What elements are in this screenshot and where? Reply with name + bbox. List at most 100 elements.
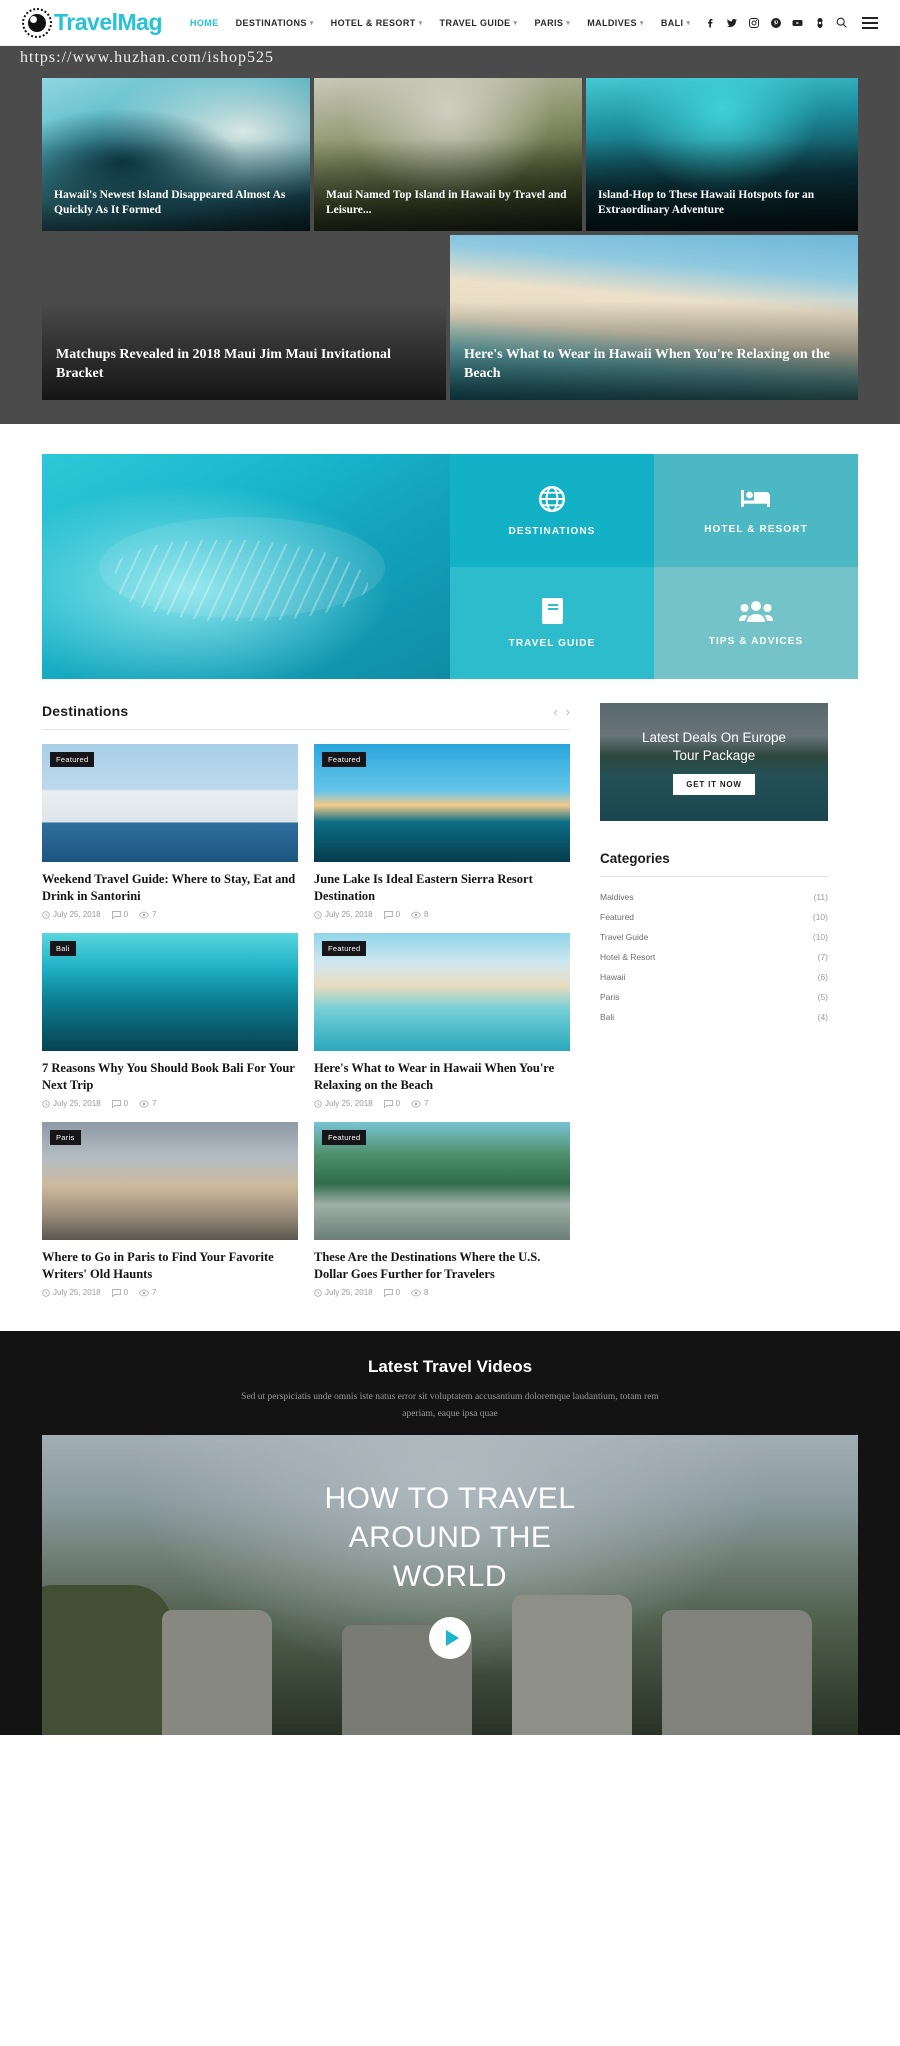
nav-label: HOME bbox=[190, 17, 219, 28]
article-thumbnail[interactable]: Featured bbox=[314, 744, 570, 862]
service-tile-label: DESTINATIONS bbox=[508, 525, 596, 537]
nav-item-maldives[interactable]: MALDIVES ▾ bbox=[587, 18, 644, 28]
article-thumbnail[interactable]: Bali bbox=[42, 933, 298, 1051]
play-button[interactable] bbox=[429, 1617, 471, 1660]
hero-card-title: Maui Named Top Island in Hawaii by Trave… bbox=[326, 188, 567, 217]
meta-comments-text: 0 bbox=[395, 910, 401, 919]
nav-item-paris[interactable]: PARIS ▾ bbox=[534, 18, 570, 28]
meta-date: July 25, 2018 bbox=[314, 1099, 373, 1108]
instagram-icon[interactable] bbox=[747, 16, 760, 29]
eye-icon bbox=[411, 911, 421, 918]
pinterest-icon[interactable] bbox=[769, 16, 782, 29]
hero-card[interactable]: Maui Named Top Island in Hawaii by Trave… bbox=[314, 78, 582, 231]
meta-views-text: 8 bbox=[424, 910, 429, 919]
eye-icon bbox=[139, 1100, 149, 1107]
article-card[interactable]: Featured These Are the Destinations Wher… bbox=[314, 1122, 570, 1297]
service-tile-hotel-resort[interactable]: HOTEL & RESORT bbox=[654, 454, 858, 567]
hero-card[interactable]: Here's What to Wear in Hawaii When You'r… bbox=[450, 235, 858, 400]
meta-date: July 25, 2018 bbox=[314, 910, 373, 919]
meta-comments-text: 0 bbox=[395, 1288, 401, 1297]
chevron-left-icon[interactable]: ‹ bbox=[553, 704, 557, 719]
article-thumbnail[interactable]: Featured bbox=[314, 933, 570, 1051]
nav-item-bali[interactable]: BALI ▾ bbox=[661, 18, 691, 28]
service-tile-label: TRAVEL GUIDE bbox=[508, 638, 596, 650]
meta-comments: 0 bbox=[383, 1099, 400, 1108]
category-label: Featured bbox=[600, 912, 635, 922]
clock-icon bbox=[42, 910, 50, 919]
category-item-maldives[interactable]: Maldives (11) bbox=[600, 887, 828, 907]
article-title[interactable]: Here's What to Wear in Hawaii When You'r… bbox=[314, 1060, 570, 1093]
service-tile-tips-advices[interactable]: TIPS & ADVICES bbox=[654, 566, 858, 679]
category-item-hawaii[interactable]: Hawaii (6) bbox=[600, 967, 828, 987]
article-card[interactable]: Featured Weekend Travel Guide: Where to … bbox=[42, 744, 298, 919]
eye-icon bbox=[411, 1100, 421, 1107]
divider bbox=[600, 876, 828, 877]
videos-section: Latest Travel Videos Sed ut perspiciatis… bbox=[0, 1331, 900, 1736]
nav-item-home[interactable]: HOME bbox=[190, 18, 219, 28]
category-item-hotel-resort[interactable]: Hotel & Resort (7) bbox=[600, 947, 828, 967]
video-headline-line2: AROUND THE bbox=[348, 1521, 552, 1555]
article-thumbnail[interactable]: Featured bbox=[314, 1122, 570, 1240]
article-title[interactable]: Weekend Travel Guide: Where to Stay, Eat… bbox=[42, 871, 298, 904]
meta-comments: 0 bbox=[111, 1099, 129, 1108]
main-nav: HOME DESTINATIONS ▾ HOTEL & RESORT ▾ TRAVE… bbox=[190, 18, 703, 28]
site-logo[interactable]: TravelMag bbox=[22, 7, 162, 38]
category-item-featured[interactable]: Featured (10) bbox=[600, 907, 828, 927]
article-meta: July 25, 2018 0 8 bbox=[314, 910, 570, 919]
promo-banner[interactable]: Latest Deals On Europe Tour Package GET … bbox=[600, 703, 828, 821]
service-tile-travel-guide[interactable]: TRAVEL GUIDE bbox=[450, 566, 654, 679]
youtube-icon[interactable] bbox=[791, 16, 804, 29]
nav-item-travel-guide[interactable]: TRAVEL GUIDE ▾ bbox=[440, 18, 518, 28]
hero-grid: Hawaii's Newest Island Disappeared Almos… bbox=[42, 78, 858, 400]
clock-icon bbox=[314, 910, 322, 919]
vimeo-icon[interactable] bbox=[813, 16, 826, 29]
category-item-travel-guide[interactable]: Travel Guide (10) bbox=[600, 927, 828, 947]
get-it-now-button[interactable]: GET IT NOW bbox=[673, 774, 755, 796]
clock-icon bbox=[314, 1288, 322, 1297]
category-item-paris[interactable]: Paris (5) bbox=[600, 987, 828, 1007]
chevron-right-icon[interactable]: › bbox=[566, 704, 570, 719]
nav-item-hotel-resort[interactable]: HOTEL & RESORT ▾ bbox=[331, 18, 423, 28]
video-player[interactable]: HOW TO TRAVEL AROUND THE WORLD bbox=[42, 1435, 858, 1736]
comment-icon bbox=[111, 1099, 121, 1108]
article-thumbnail[interactable]: Featured bbox=[42, 744, 298, 862]
facebook-icon[interactable] bbox=[703, 16, 716, 29]
hamburger-icon[interactable] bbox=[862, 16, 878, 29]
hero-card[interactable]: Island-Hop to These Hawaii Hotspots for … bbox=[586, 78, 858, 231]
hero-card[interactable]: Matchups Revealed in 2018 Maui Jim Maui … bbox=[42, 235, 446, 400]
social-links bbox=[703, 16, 878, 29]
category-count: (5) bbox=[817, 992, 828, 1002]
service-tile-destinations[interactable]: DESTINATIONS bbox=[450, 454, 654, 567]
meta-comments-text: 0 bbox=[123, 1099, 129, 1108]
article-card[interactable]: Paris Where to Go in Paris to Find Your … bbox=[42, 1122, 298, 1297]
meta-date: July 25, 2018 bbox=[42, 910, 101, 919]
article-title[interactable]: 7 Reasons Why You Should Book Bali For Y… bbox=[42, 1060, 298, 1093]
nav-label: BALI bbox=[660, 17, 684, 28]
twitter-icon[interactable] bbox=[725, 16, 738, 29]
article-card[interactable]: Bali 7 Reasons Why You Should Book Bali … bbox=[42, 933, 298, 1108]
category-item-bali[interactable]: Bali (4) bbox=[600, 1007, 828, 1027]
article-title[interactable]: June Lake Is Ideal Eastern Sierra Resort… bbox=[314, 871, 570, 904]
meta-comments: 0 bbox=[111, 910, 128, 919]
article-title[interactable]: Where to Go in Paris to Find Your Favori… bbox=[42, 1249, 298, 1282]
chevron-down-icon: ▾ bbox=[309, 19, 314, 27]
category-count: (6) bbox=[817, 972, 828, 982]
article-title[interactable]: These Are the Destinations Where the U.S… bbox=[314, 1249, 570, 1282]
category-label: Maldives bbox=[600, 892, 634, 902]
article-card[interactable]: Featured June Lake Is Ideal Eastern Sier… bbox=[314, 744, 570, 919]
search-icon[interactable] bbox=[835, 16, 848, 29]
hero-card[interactable]: Hawaii's Newest Island Disappeared Almos… bbox=[42, 78, 310, 231]
category-count: (4) bbox=[817, 1012, 828, 1022]
category-badge: Bali bbox=[50, 941, 76, 956]
meta-views-text: 7 bbox=[152, 910, 157, 919]
bed-icon bbox=[741, 489, 770, 507]
nav-item-destinations[interactable]: DESTINATIONS ▾ bbox=[236, 18, 314, 28]
meta-views: 7 bbox=[139, 1288, 157, 1297]
article-thumbnail[interactable]: Paris bbox=[42, 1122, 298, 1240]
category-label: Bali bbox=[600, 1012, 615, 1022]
category-count: (10) bbox=[812, 932, 828, 942]
article-grid: Featured Weekend Travel Guide: Where to … bbox=[42, 744, 570, 1297]
url-text: https://www.huzhan.com/ishop525 bbox=[20, 49, 274, 66]
article-card[interactable]: Featured Here's What to Wear in Hawaii W… bbox=[314, 933, 570, 1108]
meta-views: 7 bbox=[139, 1099, 157, 1108]
